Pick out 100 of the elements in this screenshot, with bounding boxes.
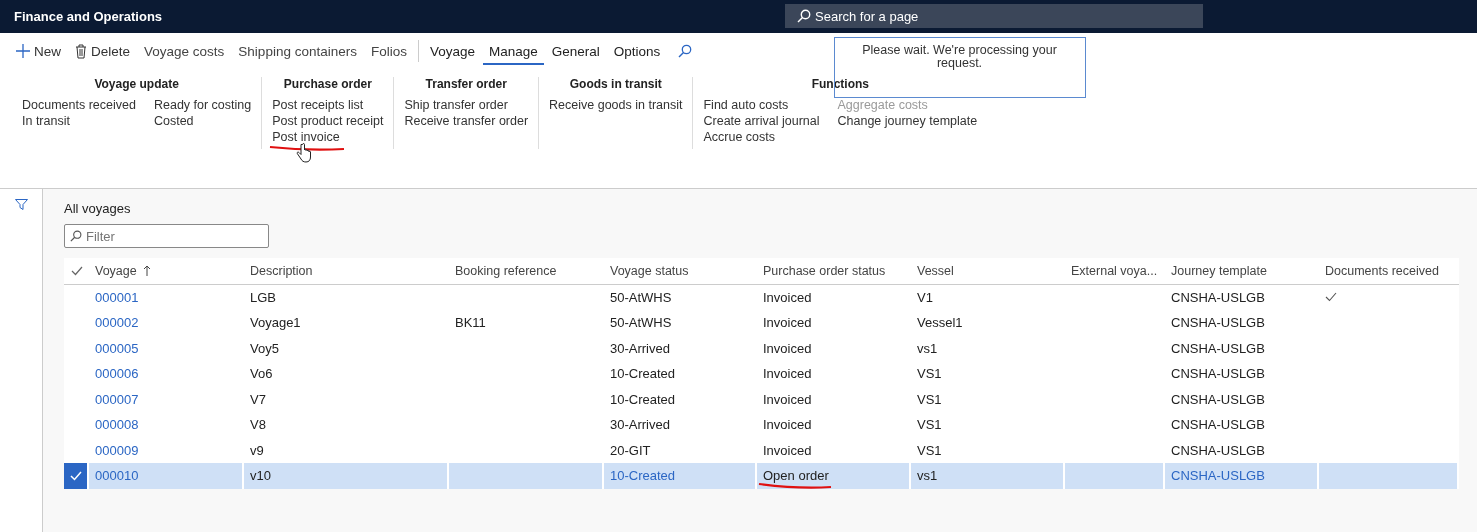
group-title: Voyage update [94, 77, 179, 91]
filter-box[interactable]: Filter [64, 224, 269, 248]
column-header[interactable]: Voyage status [610, 263, 689, 278]
hand-cursor-icon [296, 143, 313, 163]
table-cell: v9 [250, 442, 264, 458]
table-cell: 20-GIT [610, 442, 651, 458]
column-header[interactable]: Voyage [95, 263, 137, 278]
column-header[interactable]: External voya... [1071, 263, 1158, 278]
table-cell: VS1 [917, 391, 942, 407]
column-header[interactable]: Documents received [1325, 263, 1439, 278]
list-title: All voyages [64, 201, 131, 216]
ribbon-action[interactable]: Create arrival journal [703, 113, 820, 129]
ribbon-action[interactable]: Accrue costs [703, 129, 776, 145]
group-title: Goods in transit [569, 77, 662, 91]
table-cell: CNSHA-USLGB [1171, 366, 1265, 382]
voyage-link[interactable]: 000009 [95, 442, 139, 458]
sort-up-arrow-icon [142, 264, 151, 277]
table-cell: Invoiced [763, 417, 812, 433]
toolbar-button[interactable]: Folios [364, 37, 413, 65]
table-cell: BK11 [455, 315, 486, 331]
table-row[interactable]: 000008 V8 30-Arrived Invoiced VS1 CNSHA-USLGB [64, 412, 1459, 438]
search-icon[interactable] [678, 44, 693, 58]
table-cell: vs1 [917, 468, 938, 484]
table-cell: VS1 [917, 442, 942, 458]
column-header[interactable]: Journey template [1171, 263, 1267, 278]
table-cell: V1 [917, 289, 933, 305]
table-cell: v10 [250, 468, 271, 484]
table-cell: Vessel1 [917, 315, 963, 331]
checkmark-icon [69, 470, 82, 481]
table-cell: V7 [250, 391, 266, 407]
table-cell: Invoiced [763, 366, 812, 382]
table-cell: LGB [250, 289, 276, 305]
search-icon [797, 9, 811, 23]
table-cell: Invoiced [763, 340, 812, 356]
table-row[interactable]: 000006 Vo6 10-Created Invoiced VS1 CNSHA-USLGB [64, 361, 1459, 387]
ribbon-action[interactable]: Receive goods in transit [549, 97, 683, 113]
toolbar-button[interactable]: Voyage costs [138, 37, 231, 65]
voyage-link[interactable]: 000010 [95, 468, 139, 484]
table-cell: Voyage1 [250, 315, 301, 331]
ribbon-action[interactable]: Documents received [22, 97, 136, 113]
table-row[interactable]: 000001 LGB 50-AtWHS Invoiced V1 CNSHA-USLGB [64, 284, 1459, 310]
table-cell: Invoiced [763, 442, 812, 458]
voyage-link[interactable]: 000002 [95, 315, 139, 331]
ribbon-tab[interactable]: General [545, 37, 606, 65]
table-cell: Invoiced [763, 391, 812, 407]
ribbon-tab[interactable]: Voyage [423, 37, 481, 65]
table-cell: Invoiced [763, 289, 812, 305]
table-cell: CNSHA-USLGB [1171, 340, 1265, 356]
table-cell: CNSHA-USLGB [1171, 468, 1265, 484]
ribbon-action[interactable]: Find auto costs [703, 97, 789, 113]
ribbon-tab[interactable]: Manage [483, 37, 544, 65]
filter-field[interactable]: Filter [86, 225, 268, 247]
select-all-checkmark-icon[interactable] [70, 265, 83, 276]
delete-button[interactable]: Delete [69, 37, 137, 65]
ribbon-action[interactable]: Post invoice [272, 129, 340, 145]
ribbon-action[interactable]: Post receipts list [272, 97, 364, 113]
table-row[interactable]: 000009 v9 20-GIT Invoiced VS1 CNSHA-USLGB [64, 437, 1459, 463]
voyage-link[interactable]: 000006 [95, 366, 139, 382]
search-icon [70, 230, 82, 242]
column-header[interactable]: Vessel [917, 263, 954, 278]
selected-table-row[interactable]: 000010 v10 10-Created Open order vs1 CNSHA-USLGB [64, 463, 1459, 489]
trash-icon [75, 43, 87, 59]
dialog-message: Please wait. We're processing your request. [861, 44, 1058, 70]
ribbon-action[interactable]: Receive transfer order [404, 113, 529, 129]
column-header[interactable]: Booking reference [455, 263, 557, 278]
group-title: Transfer order [425, 77, 507, 91]
ribbon-action[interactable]: Change journey template [837, 113, 978, 129]
toolbar-button[interactable]: Shipping containers [232, 37, 363, 65]
table-cell: 10-Created [610, 391, 676, 407]
filter-icon[interactable] [14, 199, 28, 211]
ribbon-action[interactable]: In transit [22, 113, 70, 129]
voyage-link[interactable]: 000007 [95, 391, 139, 407]
table-cell: Invoiced [763, 315, 812, 331]
table-row[interactable]: 000005 Voy5 30-Arrived Invoiced vs1 CNSHA-USLGB [64, 335, 1459, 361]
table-cell: 50-AtWHS [610, 289, 672, 305]
column-header[interactable]: Description [250, 263, 313, 278]
plus-icon [16, 44, 30, 58]
ribbon-tab[interactable]: Options [607, 37, 667, 65]
new-button[interactable]: New [10, 37, 67, 65]
table-row[interactable]: 000002 Voyage1 BK11 50-AtWHS Invoiced Vessel1 CNSHA-USLGB [64, 310, 1459, 336]
row-checkbox[interactable] [64, 463, 87, 489]
table-cell: Open order [763, 468, 829, 484]
column-header[interactable]: Purchase order status [763, 263, 886, 278]
ribbon-action[interactable]: Ship transfer order [404, 97, 508, 113]
table-cell: 30-Arrived [610, 340, 670, 356]
table-cell: CNSHA-USLGB [1171, 417, 1265, 433]
table-cell: CNSHA-USLGB [1171, 442, 1265, 458]
table-cell: 30-Arrived [610, 417, 670, 433]
ribbon-action[interactable]: Post product receipt [272, 113, 384, 129]
table-row[interactable]: 000007 V7 10-Created Invoiced VS1 CNSHA-USLGB [64, 386, 1459, 412]
voyage-link[interactable]: 000008 [95, 417, 139, 433]
table-cell: CNSHA-USLGB [1171, 391, 1265, 407]
ribbon-action[interactable]: Ready for costing [153, 97, 252, 113]
table-cell: VS1 [917, 366, 942, 382]
table-cell: VS1 [917, 417, 942, 433]
ribbon-action[interactable]: Costed [153, 113, 194, 129]
voyage-link[interactable]: 000005 [95, 340, 139, 356]
table-cell: V8 [250, 417, 266, 433]
table-cell: 10-Created [610, 468, 676, 484]
voyage-link[interactable]: 000001 [95, 289, 139, 305]
